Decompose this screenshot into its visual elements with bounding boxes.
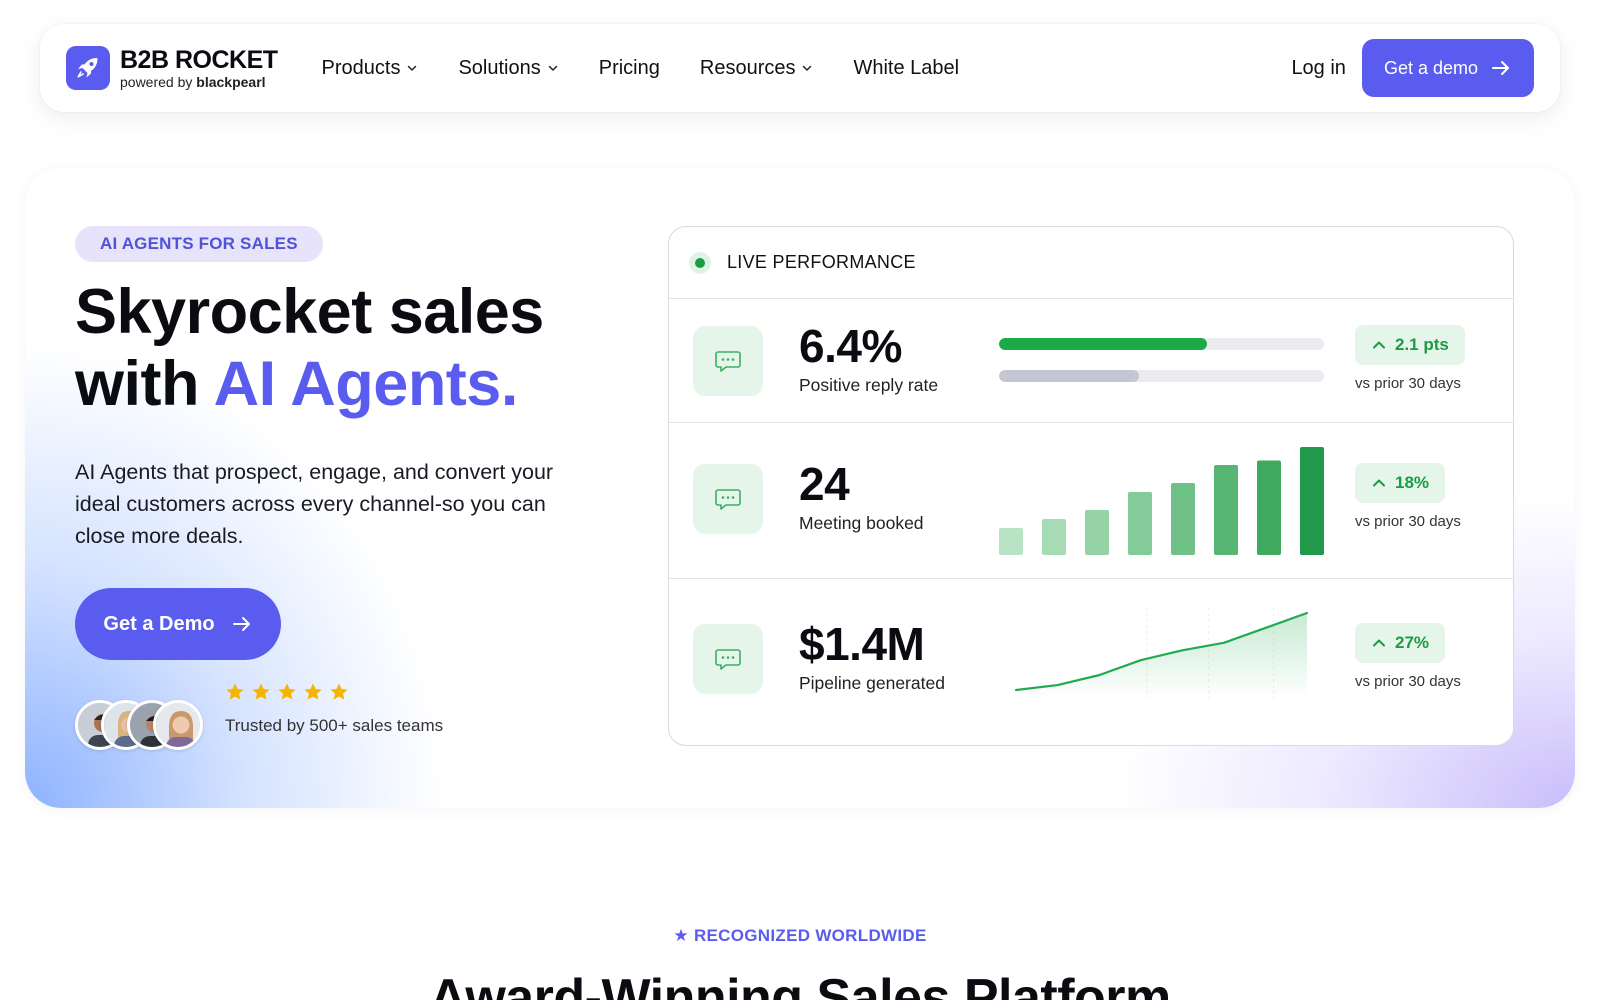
prior-progress-track <box>999 370 1324 382</box>
metric-value: 24 <box>799 458 850 510</box>
nav-item-label: Solutions <box>458 56 541 79</box>
prior-period: vs prior 30 days <box>1355 375 1461 392</box>
headline-with: with <box>75 349 214 419</box>
star-icon <box>330 683 348 700</box>
hero-section: AI AGENTS FOR SALES Skyrocket sales with… <box>25 168 1575 808</box>
metric-row-meetings: 24 Meeting booked 18% vs prior 30 days <box>669 423 1513 579</box>
delta-badge: 18% <box>1355 463 1446 503</box>
card-title: LIVE PERFORMANCE <box>727 252 916 272</box>
logo-name: B2B ROCKET <box>120 45 278 74</box>
nav-item-white-label[interactable]: White Label <box>853 57 959 80</box>
bar <box>1214 465 1238 555</box>
prior-period: vs prior 30 days <box>1355 673 1461 690</box>
bar <box>1171 483 1195 555</box>
delta-value: 27% <box>1395 633 1430 652</box>
logo-tagline: powered by blackpearl <box>120 75 278 89</box>
chevron-down-icon <box>548 65 557 71</box>
nav-links: Products Solutions Pricing Resources Whi… <box>322 57 960 80</box>
login-link[interactable]: Log in <box>1291 57 1346 80</box>
chevron-down-icon <box>408 65 417 71</box>
card-header: LIVE PERFORMANCE <box>669 227 1513 299</box>
nav-item-resources[interactable]: Resources <box>700 57 814 80</box>
live-performance-card: LIVE PERFORMANCE 6.4% Positive reply rat… <box>668 226 1514 746</box>
nav-item-label: Pricing <box>598 56 660 79</box>
arrow-right-icon <box>1492 61 1509 75</box>
star-icon <box>278 683 296 700</box>
pipeline-trend-chart <box>1014 607 1309 699</box>
metric-row-reply-rate: 6.4% Positive reply rate 2.1 pts vs prio… <box>669 299 1513 423</box>
live-status-icon <box>689 251 711 274</box>
chevron-down-icon <box>803 65 812 71</box>
delta-value: 18% <box>1395 473 1430 492</box>
hero-headline: Skyrocket sales with AI Agents. <box>75 276 544 420</box>
logo-sub-prefix: powered by <box>120 73 197 90</box>
nav-item-solutions[interactable]: Solutions <box>458 57 558 80</box>
bar <box>1257 460 1281 555</box>
star-icon <box>226 683 244 700</box>
star-icon <box>304 683 322 700</box>
chat-bubble-icon <box>693 624 763 694</box>
chevron-up-icon <box>1373 479 1385 487</box>
customer-avatars <box>75 700 203 750</box>
cta-label: Get a Demo <box>103 612 215 635</box>
nav-item-products[interactable]: Products <box>322 57 419 80</box>
metric-label: Meeting booked <box>799 513 924 533</box>
chat-bubble-icon <box>693 464 763 534</box>
rocket-icon <box>66 46 110 90</box>
bar <box>1085 510 1109 555</box>
nav-item-label: Resources <box>699 56 796 79</box>
delta-value: 2.1 pts <box>1395 335 1449 354</box>
metric-row-pipeline: $1.4M Pipeline generated 27% vs prior 30… <box>669 579 1513 744</box>
award-heading: Award-Winning Sales Platform <box>429 969 1171 1000</box>
nav-item-label: Products <box>321 56 401 79</box>
recognized-label: ★ RECOGNIZED WORLDWIDE <box>0 926 1600 946</box>
current-progress-track <box>999 338 1324 350</box>
get-a-demo-label: Get a demo <box>1383 57 1478 78</box>
star-icon: ★ <box>673 926 689 945</box>
nav-item-pricing[interactable]: Pricing <box>599 57 660 80</box>
hero-badge: AI AGENTS FOR SALES <box>75 226 323 262</box>
avatar <box>153 700 203 750</box>
prior-period: vs prior 30 days <box>1355 513 1461 530</box>
chat-bubble-icon <box>693 326 763 396</box>
hero-subtext: AI Agents that prospect, engage, and con… <box>75 460 554 548</box>
recognized-text: RECOGNIZED WORLDWIDE <box>693 926 927 945</box>
delta-badge: 2.1 pts <box>1355 325 1465 365</box>
bar <box>1042 519 1066 555</box>
trusted-text: Trusted by 500+ sales teams <box>225 716 444 735</box>
current-progress-fill <box>999 338 1207 350</box>
nav-actions: Log in Get a demo <box>1291 39 1534 97</box>
arrow-right-icon <box>232 617 250 631</box>
logo-sub-brand: blackpearl <box>196 73 266 90</box>
chevron-up-icon <box>1373 639 1385 647</box>
headline-accent: AI Agents. <box>213 349 519 419</box>
chevron-up-icon <box>1373 341 1385 349</box>
metric-label: Pipeline generated <box>799 673 945 693</box>
top-navbar: B2B ROCKET powered by blackpearl Product… <box>40 24 1560 112</box>
metric-value: $1.4M <box>799 618 925 670</box>
nav-item-label: White Label <box>853 56 960 79</box>
star-icon <box>252 683 270 700</box>
rating-stars <box>225 682 349 702</box>
get-a-demo-button[interactable]: Get a demo <box>1361 39 1534 97</box>
bar <box>999 528 1023 555</box>
headline-line1: Skyrocket sales <box>75 277 544 347</box>
brand-logo[interactable]: B2B ROCKET powered by blackpearl <box>66 46 278 90</box>
get-demo-cta-button[interactable]: Get a Demo <box>75 588 281 660</box>
meetings-bar-chart <box>999 447 1324 555</box>
bar <box>1300 447 1324 555</box>
prior-progress-fill <box>999 370 1139 382</box>
delta-badge: 27% <box>1355 623 1446 663</box>
metric-label: Positive reply rate <box>799 375 939 395</box>
metric-value: 6.4% <box>799 320 902 372</box>
bar <box>1128 492 1152 555</box>
